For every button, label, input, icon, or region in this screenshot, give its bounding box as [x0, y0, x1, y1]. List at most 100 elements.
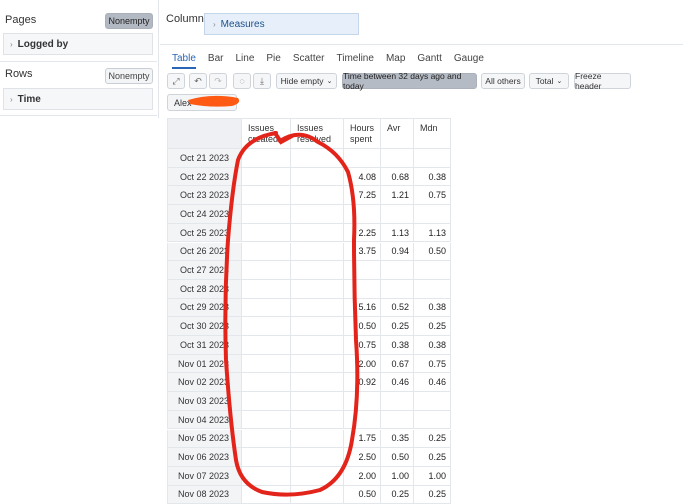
- tab-line[interactable]: Line: [235, 53, 254, 69]
- tab-map[interactable]: Map: [386, 53, 405, 69]
- cell-issues-resolved: [291, 317, 344, 336]
- cell-issues-created: [242, 223, 291, 243]
- row-header-date[interactable]: Nov 05 2023: [167, 429, 242, 449]
- cell-hours-spent: 7.25: [344, 186, 381, 206]
- cell-avr: [381, 205, 414, 224]
- all-others-button[interactable]: All others: [481, 73, 525, 89]
- pages-dimension-logged-by[interactable]: › Logged by: [3, 33, 153, 55]
- row-header-date[interactable]: Oct 24 2023: [167, 205, 242, 224]
- row-header-date[interactable]: Oct 27 2023: [167, 261, 242, 280]
- cell-mdn: 0.50: [414, 242, 451, 262]
- row-header-date[interactable]: Nov 03 2023: [167, 392, 242, 411]
- cell-issues-created: [242, 448, 291, 467]
- expand-button[interactable]: ⤢: [167, 73, 185, 89]
- freeze-header-button[interactable]: Freeze header: [574, 71, 631, 91]
- cell-issues-resolved: [291, 429, 344, 449]
- chart-type-tabs: Table Bar Line Pie Scatter Timeline Map …: [172, 53, 484, 69]
- redo-button[interactable]: ↷: [209, 73, 227, 89]
- comment-button[interactable]: ◌: [233, 73, 251, 89]
- cell-mdn: 0.25: [414, 448, 451, 467]
- export-button[interactable]: ⤓: [253, 73, 271, 89]
- header-avr[interactable]: Avr: [381, 118, 414, 149]
- cell-issues-created: [242, 298, 291, 318]
- pages-nonempty-button[interactable]: Nonempty: [105, 13, 153, 29]
- header-issues-created[interactable]: Issues created: [242, 118, 291, 149]
- row-header-date[interactable]: Nov 02 2023: [167, 373, 242, 393]
- cell-avr: [381, 392, 414, 411]
- row-header-date[interactable]: Nov 01 2023: [167, 354, 242, 374]
- page-filter-chip[interactable]: Alex: [167, 94, 237, 111]
- header-issues-resolved[interactable]: Issues resolved: [291, 118, 344, 149]
- cell-avr: 0.25: [381, 317, 414, 336]
- cell-mdn: [414, 149, 451, 168]
- cell-avr: 0.50: [381, 448, 414, 467]
- page-filter-label: Alex: [174, 97, 192, 108]
- undo-button[interactable]: ↶: [189, 73, 207, 89]
- columns-dimension-measures[interactable]: › Measures: [204, 13, 359, 35]
- cell-issues-resolved: [291, 279, 344, 299]
- cell-mdn: 0.25: [414, 429, 451, 449]
- tab-gantt[interactable]: Gantt: [417, 53, 441, 69]
- cell-issues-created: [242, 186, 291, 206]
- rows-nonempty-button[interactable]: Nonempty: [105, 68, 153, 84]
- cell-issues-resolved: [291, 354, 344, 374]
- cell-avr: [381, 149, 414, 168]
- cell-issues-created: [242, 392, 291, 411]
- comment-icon: ◌: [239, 76, 245, 86]
- header-mdn[interactable]: Mdn: [414, 118, 451, 149]
- cell-issues-created: [242, 410, 291, 430]
- row-header-date[interactable]: Oct 22 2023: [167, 167, 242, 187]
- cell-avr: 1.21: [381, 186, 414, 206]
- chevron-right-icon: ›: [213, 19, 216, 29]
- dimension-label: Measures: [220, 18, 265, 30]
- cell-mdn: 0.75: [414, 354, 451, 374]
- cell-issues-created: [242, 317, 291, 336]
- row-header-date[interactable]: Oct 30 2023: [167, 317, 242, 336]
- row-header-date[interactable]: Oct 23 2023: [167, 186, 242, 206]
- cell-issues-created: [242, 466, 291, 486]
- cell-issues-created: [242, 354, 291, 374]
- cell-issues-resolved: [291, 242, 344, 262]
- tab-gauge[interactable]: Gauge: [454, 53, 484, 69]
- cell-hours-spent: 2.00: [344, 354, 381, 374]
- tab-pie[interactable]: Pie: [266, 53, 280, 69]
- dimension-label: Time: [17, 93, 41, 105]
- row-header-date[interactable]: Oct 29 2023: [167, 298, 242, 318]
- row-header-date[interactable]: Oct 25 2023: [167, 223, 242, 243]
- pages-title: Pages: [5, 14, 37, 26]
- cell-mdn: [414, 410, 451, 430]
- tab-table[interactable]: Table: [172, 53, 196, 69]
- cell-hours-spent: 0.50: [344, 485, 381, 504]
- cell-issues-created: [242, 205, 291, 224]
- cell-hours-spent: 0.75: [344, 336, 381, 355]
- chevron-right-icon: ›: [10, 39, 13, 49]
- total-dropdown[interactable]: Total ⌄: [529, 73, 569, 89]
- hide-empty-dropdown[interactable]: Hide empty ⌄: [276, 73, 337, 89]
- tab-scatter[interactable]: Scatter: [293, 53, 325, 69]
- rows-dimension-time[interactable]: › Time: [3, 88, 153, 110]
- cell-hours-spent: 2.00: [344, 466, 381, 486]
- rows-title: Rows: [5, 68, 33, 80]
- cell-issues-created: [242, 373, 291, 393]
- row-header-date[interactable]: Oct 21 2023: [167, 149, 242, 168]
- cell-mdn: 0.38: [414, 336, 451, 355]
- row-header-date[interactable]: Nov 06 2023: [167, 448, 242, 467]
- cell-mdn: 0.38: [414, 298, 451, 318]
- tab-timeline[interactable]: Timeline: [337, 53, 374, 69]
- row-header-date[interactable]: Nov 07 2023: [167, 466, 242, 486]
- row-header-date[interactable]: Oct 28 2023: [167, 279, 242, 299]
- row-header-date[interactable]: Nov 04 2023: [167, 410, 242, 430]
- row-header-date[interactable]: Oct 26 2023: [167, 242, 242, 262]
- row-header-date[interactable]: Oct 31 2023: [167, 336, 242, 355]
- tab-bar[interactable]: Bar: [208, 53, 224, 69]
- row-header-date[interactable]: Nov 08 2023: [167, 485, 242, 504]
- time-filter-button[interactable]: Time between 32 days ago and today: [342, 71, 477, 91]
- cell-hours-spent: 0.92: [344, 373, 381, 393]
- cell-issues-resolved: [291, 149, 344, 168]
- download-icon: ⤓: [260, 75, 264, 86]
- cell-mdn: 0.25: [414, 317, 451, 336]
- cell-avr: 0.46: [381, 373, 414, 393]
- cell-issues-resolved: [291, 336, 344, 355]
- header-hours-spent[interactable]: Hours spent: [344, 118, 381, 149]
- cell-avr: 1.00: [381, 466, 414, 486]
